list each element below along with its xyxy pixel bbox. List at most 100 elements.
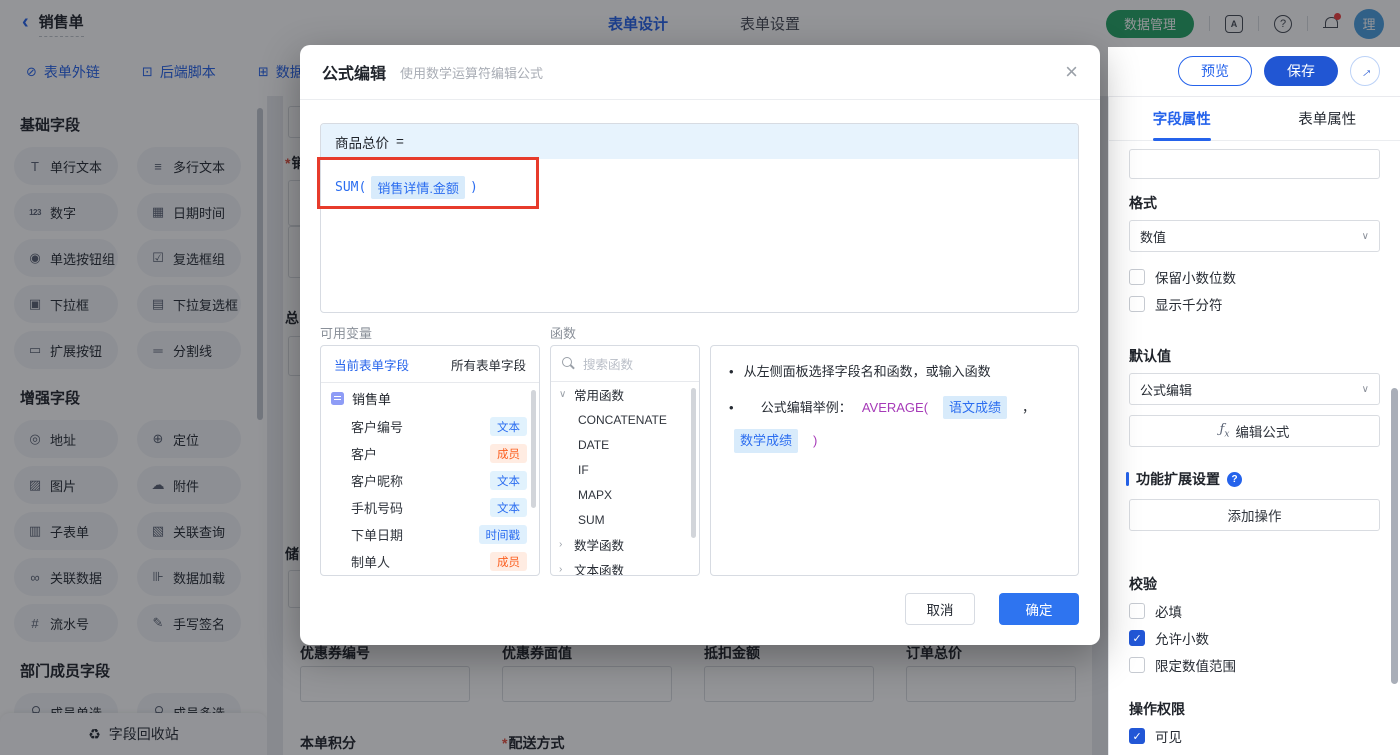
variables-panel: 当前表单字段 所有表单字段 销售单 客户编号 文本 客户 成员 客户昵称 文本 … bbox=[320, 345, 540, 576]
variables-label: 可用变量 bbox=[320, 326, 373, 341]
variable-type-badge: 文本 bbox=[490, 417, 527, 436]
function-search-input[interactable]: 搜索函数 bbox=[551, 346, 699, 382]
variable-type-badge: 文本 bbox=[490, 471, 527, 490]
formula-equals: = bbox=[396, 134, 404, 149]
checkbox-box bbox=[1129, 296, 1145, 312]
format-value: 数值 bbox=[1140, 229, 1167, 245]
checkbox-box bbox=[1129, 657, 1145, 673]
chevron-down-icon: ∨ bbox=[1361, 230, 1369, 242]
functions-panel: 搜索函数 ∨ 常用函数 CONCATENATE DATE IF MAPX SUM… bbox=[550, 345, 700, 576]
tab-current-form-fields[interactable]: 当前表单字段 bbox=[334, 355, 409, 374]
edit-formula-label: 编辑公式 bbox=[1235, 425, 1290, 440]
function-date[interactable]: DATE bbox=[551, 432, 699, 457]
checkbox-label: 允许小数 bbox=[1155, 632, 1209, 647]
chevron-right-icon: › bbox=[559, 539, 563, 550]
permission-label: 操作权限 bbox=[1129, 701, 1185, 717]
example-token: 数学成绩 bbox=[734, 429, 799, 453]
function-sum[interactable]: SUM bbox=[551, 507, 699, 532]
default-value-select[interactable]: 公式编辑 ∨ bbox=[1129, 373, 1380, 405]
function-if[interactable]: IF bbox=[551, 457, 699, 482]
modal-overlay-top bbox=[0, 0, 1400, 47]
field-title-input[interactable] bbox=[1129, 149, 1380, 179]
cancel-button[interactable]: 取消 bbox=[905, 593, 975, 625]
help-example-label: 公式编辑举例： bbox=[760, 399, 852, 415]
variable-row-customer-id[interactable]: 客户编号 文本 bbox=[321, 413, 539, 440]
variable-type-badge: 成员 bbox=[490, 444, 527, 463]
function-group-text[interactable]: › 文本函数 bbox=[551, 557, 699, 576]
function-group-common[interactable]: ∨ 常用函数 bbox=[551, 382, 699, 407]
variables-scrollbar[interactable] bbox=[531, 390, 536, 508]
format-label: 格式 bbox=[1129, 195, 1157, 211]
formula-target: 商品总价 bbox=[335, 135, 389, 151]
variable-type-badge: 时间戳 bbox=[478, 525, 527, 544]
function-group-label: 数学函数 bbox=[574, 539, 625, 553]
variable-row-phone[interactable]: 手机号码 文本 bbox=[321, 494, 539, 521]
search-icon bbox=[562, 357, 575, 370]
formula-function: SUM( bbox=[335, 180, 367, 195]
function-group-label: 文本函数 bbox=[574, 564, 625, 576]
checkbox-label: 可见 bbox=[1155, 730, 1182, 745]
form-doc-icon bbox=[331, 391, 344, 405]
variable-tree-root[interactable]: 销售单 bbox=[321, 383, 539, 413]
save-button[interactable]: 保存 bbox=[1264, 56, 1338, 86]
checkbox-allow-decimal[interactable]: 允许小数 bbox=[1129, 628, 1209, 648]
validation-label: 校验 bbox=[1129, 576, 1157, 592]
confirm-button[interactable]: 确定 bbox=[999, 593, 1079, 625]
checkbox-box bbox=[1129, 603, 1145, 619]
extension-settings-header: 功能扩展设置 ? bbox=[1126, 469, 1242, 489]
formula-editor-modal: 公式编辑 使用数学运算符编辑公式 × 商品总价 = SUM( 销售详情.金额 )… bbox=[300, 45, 1100, 645]
help-panel: • 从左侧面板选择字段名和函数，或输入函数 • 公式编辑举例： AVERAGE(… bbox=[710, 345, 1079, 576]
field-token[interactable]: 销售详情.金额 bbox=[371, 176, 465, 199]
checkbox-box bbox=[1129, 269, 1145, 285]
variable-row-order-date[interactable]: 下单日期 时间戳 bbox=[321, 521, 539, 548]
extension-settings-label: 功能扩展设置 bbox=[1136, 471, 1220, 487]
variable-row-customer[interactable]: 客户 成员 bbox=[321, 440, 539, 467]
checkbox-box-checked bbox=[1129, 630, 1145, 646]
formula-editor-box[interactable]: 商品总价 = SUM( 销售详情.金额 ) bbox=[320, 123, 1079, 313]
variable-type-badge: 成员 bbox=[490, 552, 527, 571]
checkbox-required[interactable]: 必填 bbox=[1129, 601, 1182, 621]
variable-row-creator[interactable]: 制单人 成员 bbox=[321, 548, 539, 575]
close-icon[interactable]: × bbox=[1065, 61, 1078, 83]
formula-close-paren: ) bbox=[469, 180, 478, 195]
format-select[interactable]: 数值 ∨ bbox=[1129, 220, 1380, 252]
formula-expression[interactable]: SUM( 销售详情.金额 ) bbox=[321, 159, 1078, 216]
chevron-right-icon: › bbox=[559, 564, 563, 575]
section-bar bbox=[1126, 472, 1129, 486]
tab-field-properties[interactable]: 字段属性 bbox=[1109, 97, 1255, 140]
example-close-paren: ) bbox=[813, 433, 818, 448]
function-concatenate[interactable]: CONCATENATE bbox=[551, 407, 699, 432]
search-placeholder: 搜索函数 bbox=[583, 358, 634, 372]
add-action-label: 添加操作 bbox=[1227, 509, 1282, 524]
function-mapx[interactable]: MAPX bbox=[551, 482, 699, 507]
panel-scrollbar[interactable] bbox=[1391, 388, 1398, 684]
root-form-name: 销售单 bbox=[352, 391, 392, 407]
edit-formula-button[interactable]: ƒx 编辑公式 bbox=[1129, 415, 1380, 447]
variable-row-nickname[interactable]: 客户昵称 文本 bbox=[321, 467, 539, 494]
add-action-button[interactable]: 添加操作 bbox=[1129, 499, 1380, 531]
functions-scrollbar[interactable] bbox=[691, 388, 696, 538]
checkbox-label: 显示千分符 bbox=[1155, 298, 1223, 313]
question-icon[interactable]: ? bbox=[1227, 471, 1242, 487]
modal-title: 公式编辑 bbox=[322, 66, 387, 83]
variable-name: 客户编号 bbox=[351, 420, 404, 435]
share-button[interactable]: → bbox=[1350, 56, 1380, 86]
variable-type-badge: 文本 bbox=[490, 498, 527, 517]
preview-button[interactable]: 预览 bbox=[1178, 56, 1252, 86]
variable-name: 客户 bbox=[351, 447, 378, 462]
tab-all-form-fields[interactable]: 所有表单字段 bbox=[451, 355, 526, 374]
properties-panel: 字段属性 表单属性 格式 数值 ∨ 保留小数位数 显示千分符 默认值 公式编辑 … bbox=[1108, 96, 1400, 755]
share-arrow-icon: → bbox=[1354, 60, 1376, 82]
form-designer-app: ‹ 销售单 表单设计 表单设置 数据管理 A ? 理 ⊘ 表单外链 ⊡ 后端脚本 bbox=[0, 0, 1400, 755]
example-comma: ， bbox=[1022, 399, 1036, 415]
function-group-math[interactable]: › 数学函数 bbox=[551, 532, 699, 557]
tab-form-properties[interactable]: 表单属性 bbox=[1255, 97, 1400, 140]
checkbox-thousand-separator[interactable]: 显示千分符 bbox=[1129, 294, 1223, 314]
checkbox-limit-range[interactable]: 限定数值范围 bbox=[1129, 655, 1236, 675]
fx-icon: ƒx bbox=[1219, 422, 1230, 440]
default-value-label: 默认值 bbox=[1129, 348, 1171, 364]
checkbox-visible[interactable]: 可见 bbox=[1129, 726, 1182, 746]
modal-subtitle: 使用数学运算符编辑公式 bbox=[400, 65, 544, 81]
checkbox-keep-decimal[interactable]: 保留小数位数 bbox=[1129, 267, 1236, 287]
functions-label: 函数 bbox=[550, 326, 577, 341]
